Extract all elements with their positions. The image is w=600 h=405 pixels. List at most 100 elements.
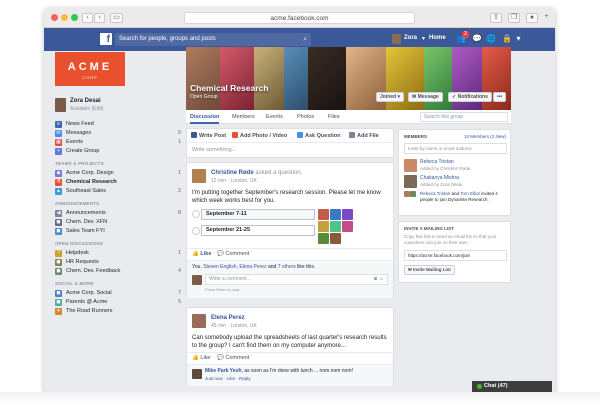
sidebar-item-announcements[interactable]: ◀ Announcements 8 xyxy=(55,209,181,218)
members-count-link[interactable]: 10 Members (2 New) xyxy=(464,134,506,139)
invite-member-input[interactable]: Invite by name or email address xyxy=(404,143,507,154)
tab-members[interactable]: Members xyxy=(232,110,255,124)
sidebar-item-parents-acme[interactable]: ◼ Parents @ Acme 5 xyxy=(55,298,181,307)
online-status-icon xyxy=(477,384,482,389)
post-meta[interactable]: 45 min · London, UK xyxy=(211,323,257,329)
profile-name[interactable]: Zora Desai xyxy=(70,98,101,104)
extension-icon[interactable]: ● xyxy=(526,13,538,23)
close-window-button[interactable] xyxy=(51,14,58,21)
message-group-button[interactable]: ✉ Message xyxy=(408,92,443,102)
profile-summary[interactable]: Zora Desai Available (Edit) xyxy=(55,97,181,115)
more-options-button[interactable]: ••• xyxy=(493,92,507,102)
account-menu-icon[interactable]: ▾ xyxy=(514,34,523,43)
comment-button[interactable]: 💬 Comment xyxy=(217,251,249,257)
sidebar-item-road-runners[interactable]: ✦ The Road Runners xyxy=(55,307,181,316)
post-author-name[interactable]: Christine Røde xyxy=(211,170,254,176)
back-button[interactable]: ‹ xyxy=(82,13,93,23)
write-post-tab[interactable]: Write Post xyxy=(191,132,226,140)
sidebar-item-acme-social[interactable]: ◼ Acme Corp. Social 7 xyxy=(55,289,181,298)
post-author-avatar[interactable] xyxy=(192,169,206,183)
joined-dropdown-button[interactable]: Joined ▾ xyxy=(376,92,405,102)
poll-option-2[interactable]: September 21-25 xyxy=(201,225,315,236)
forward-button[interactable]: › xyxy=(94,13,105,23)
ask-question-tab[interactable]: Ask Question xyxy=(297,132,340,140)
comment-meta-actions[interactable]: Just now · Like · Reply xyxy=(205,376,251,381)
emoji-icon[interactable]: ☺ xyxy=(379,275,384,284)
sidebar-item-chem-dev-feedback[interactable]: ◼ Chem. Dev. Feedback 4 xyxy=(55,267,181,276)
globe-notifications-icon[interactable]: 🌐 xyxy=(486,34,496,43)
profile-status[interactable]: Available (Edit) xyxy=(70,106,104,112)
inviter-avatar[interactable] xyxy=(410,191,416,197)
likes-names-link[interactable]: Steven English, Elena Perez xyxy=(203,264,266,270)
post-author-name[interactable]: Elena Perez xyxy=(211,315,245,321)
group-cover-photo[interactable]: Chemical Research Open Group Joined ▾ ✉ … xyxy=(186,47,511,110)
member-avatar[interactable] xyxy=(404,175,417,188)
address-bar[interactable]: acme.facebook.com xyxy=(184,12,415,24)
post-author-avatar[interactable] xyxy=(192,314,206,328)
camera-icon[interactable]: ◙ xyxy=(374,275,377,284)
chat-bar[interactable]: Chat (47) xyxy=(472,381,552,392)
member-avatar[interactable] xyxy=(404,159,417,172)
like-button[interactable]: 👍 Like xyxy=(192,355,210,361)
poll-option-1[interactable]: September 7-11 xyxy=(201,209,315,220)
sidebar-item-helpdesk[interactable]: ? Helpdesk 1 xyxy=(55,249,181,258)
tab-events[interactable]: Events xyxy=(266,110,283,124)
comment-author-name[interactable]: Mike Park Yeoh xyxy=(205,368,242,374)
topbar-user-dropdown-icon[interactable]: ▾ xyxy=(422,35,425,42)
add-file-tab[interactable]: Add File xyxy=(349,132,379,140)
topbar-home-link[interactable]: Home xyxy=(429,35,446,41)
notifications-button[interactable]: ✓ Notifications xyxy=(448,92,492,102)
sidebar-item-events[interactable]: ▦ Events 1 xyxy=(55,138,181,147)
share-icon[interactable]: ⇪ xyxy=(490,13,502,23)
sidebar-item-messages[interactable]: ✉ Messages 5 xyxy=(55,129,181,138)
group-search-input[interactable]: Search this group xyxy=(420,112,508,122)
mailing-list-url-field[interactable]: https://acme.facebook.com/join xyxy=(404,250,507,261)
likes-others-link[interactable]: 7 others xyxy=(278,264,296,270)
messages-icon[interactable]: 💬 xyxy=(472,34,482,43)
sidebar-item-label: Sales Team FYI xyxy=(66,228,105,234)
voter-avatar[interactable] xyxy=(330,233,341,244)
sidebar-item-chem-dev-xfn[interactable]: ◼ Chem. Dev. XFN xyxy=(55,218,181,227)
voter-avatar[interactable] xyxy=(330,209,341,220)
tabs-icon[interactable]: ❐ xyxy=(508,13,520,23)
profile-avatar[interactable] xyxy=(55,98,66,112)
company-logo[interactable]: ACME CORP xyxy=(55,52,125,86)
sidebar-item-sales-team-fyi[interactable]: ◼ Sales Team FYI xyxy=(55,227,181,236)
privacy-lock-icon[interactable]: 🔒 xyxy=(502,34,512,43)
tab-files[interactable]: Files xyxy=(328,110,340,124)
sidebar-item-chemical-research[interactable]: ⚗ Chemical Research xyxy=(55,178,181,187)
comment-button[interactable]: 💬 Comment xyxy=(217,355,249,361)
sidebar-item-acme-design[interactable]: ◆ Acme Corp. Design 1 xyxy=(55,169,181,178)
voter-avatar[interactable] xyxy=(342,221,353,232)
inviter-name-link[interactable]: Rebeca Tristan xyxy=(420,191,450,196)
zoom-window-button[interactable] xyxy=(71,14,78,21)
sidebar-item-hr-requests[interactable]: ◼ HR Requests xyxy=(55,258,181,267)
voter-avatar[interactable] xyxy=(318,209,329,220)
comment-input[interactable]: Write a comment... ◙ ☺ xyxy=(205,274,388,285)
voter-avatar[interactable] xyxy=(330,221,341,232)
topbar-user-name[interactable]: Zora xyxy=(404,35,417,41)
sidebar-item-create-group[interactable]: + Create Group xyxy=(55,147,181,156)
sidebar-item-southeast-sales[interactable]: ▲ Southeast Sales 2 xyxy=(55,187,181,196)
like-button[interactable]: 👍 Like xyxy=(192,251,211,257)
invite-mailing-list-button[interactable]: ✉ Invite Mailing List xyxy=(404,265,455,275)
tab-discussion[interactable]: Discussion xyxy=(190,110,220,124)
add-tab-icon[interactable]: + xyxy=(542,13,551,23)
voter-avatar[interactable] xyxy=(318,233,329,244)
voter-avatar[interactable] xyxy=(318,221,329,232)
composer-input[interactable]: Write something... xyxy=(192,147,236,153)
minimize-window-button[interactable] xyxy=(61,14,68,21)
inviter-name-link[interactable]: Tom Elliot xyxy=(460,191,480,196)
member-name[interactable]: Chaitanya Mishra xyxy=(420,175,459,181)
tab-photos[interactable]: Photos xyxy=(297,110,314,124)
poll-option-2-checkbox[interactable] xyxy=(192,227,200,235)
poll-option-1-checkbox[interactable] xyxy=(192,210,200,218)
post-meta[interactable]: 12 min · London, UK xyxy=(211,178,257,184)
member-name[interactable]: Rebeca Tristan xyxy=(420,159,454,165)
sidebar-item-news-feed[interactable]: ≡ News Feed xyxy=(55,120,181,129)
commenter-avatar[interactable] xyxy=(192,369,202,379)
voter-avatar[interactable] xyxy=(342,209,353,220)
mailing-list-title: INVITE A MAILING LIST xyxy=(404,226,454,231)
sidebar-toggle-icon[interactable]: ▭ xyxy=(110,13,123,23)
add-photo-video-tab[interactable]: Add Photo / Video xyxy=(232,132,287,140)
